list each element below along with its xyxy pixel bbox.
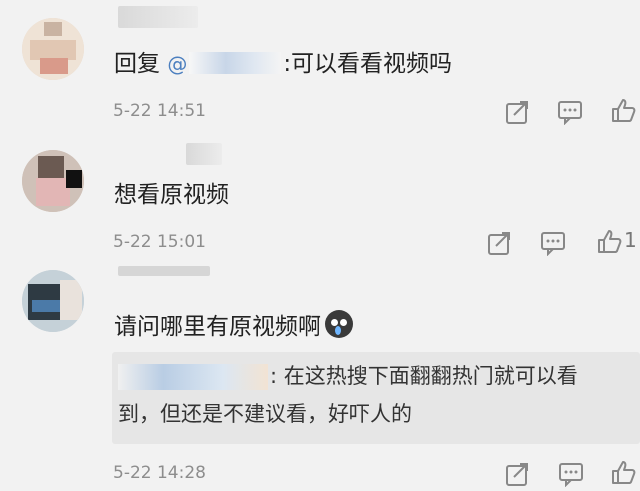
- like-count: 1: [624, 228, 637, 252]
- avatar[interactable]: [22, 270, 84, 332]
- thumbs-up-icon[interactable]: 1: [596, 228, 637, 254]
- avatar[interactable]: [22, 18, 84, 80]
- nested-reply[interactable]: : 在这热搜下面翻翻热门就可以看 到，但还是不建议看，好吓人的: [112, 352, 640, 444]
- comment-item: 回复 @ :可以看看视频吗 5-22 14:51: [0, 0, 640, 135]
- comment-text: 回复 @ :可以看看视频吗: [114, 49, 452, 79]
- mention-redacted[interactable]: [189, 52, 282, 74]
- comment-body: :可以看看视频吗: [283, 51, 453, 77]
- username-redacted[interactable]: [118, 6, 198, 28]
- share-icon[interactable]: [505, 99, 531, 125]
- crying-face-emoji: [325, 310, 353, 338]
- reply-prefix: 回复: [114, 51, 160, 77]
- avatar[interactable]: [22, 150, 84, 212]
- comment-text: 请问哪里有原视频啊: [114, 310, 353, 342]
- mention-at[interactable]: @: [167, 52, 187, 76]
- username-redacted[interactable]: [118, 266, 210, 276]
- reply-username-redacted[interactable]: [118, 364, 268, 390]
- thumbs-up-icon[interactable]: [610, 97, 636, 123]
- comment-icon[interactable]: [557, 99, 583, 126]
- comment-item: 想看原视频 5-22 15:01 1: [0, 135, 640, 260]
- reply-text-line2: 到，但还是不建议看，好吓人的: [118, 402, 412, 426]
- comment-icon[interactable]: [558, 461, 584, 488]
- comment-item: 请问哪里有原视频啊 : 在这热搜下面翻翻热门就可以看 到，但还是不建议看，好吓人…: [0, 260, 640, 490]
- timestamp: 5-22 14:28: [113, 463, 206, 483]
- comment-body: 请问哪里有原视频啊: [114, 314, 321, 340]
- comment-icon[interactable]: [540, 230, 566, 257]
- comment-text: 想看原视频: [114, 182, 229, 208]
- username-redacted[interactable]: [186, 143, 222, 165]
- timestamp: 5-22 15:01: [113, 232, 206, 252]
- share-icon[interactable]: [487, 230, 513, 256]
- thumbs-up-icon[interactable]: [610, 459, 636, 485]
- timestamp: 5-22 14:51: [113, 101, 206, 121]
- share-icon[interactable]: [505, 461, 531, 487]
- reply-text-line1: : 在这热搜下面翻翻热门就可以看: [270, 364, 578, 388]
